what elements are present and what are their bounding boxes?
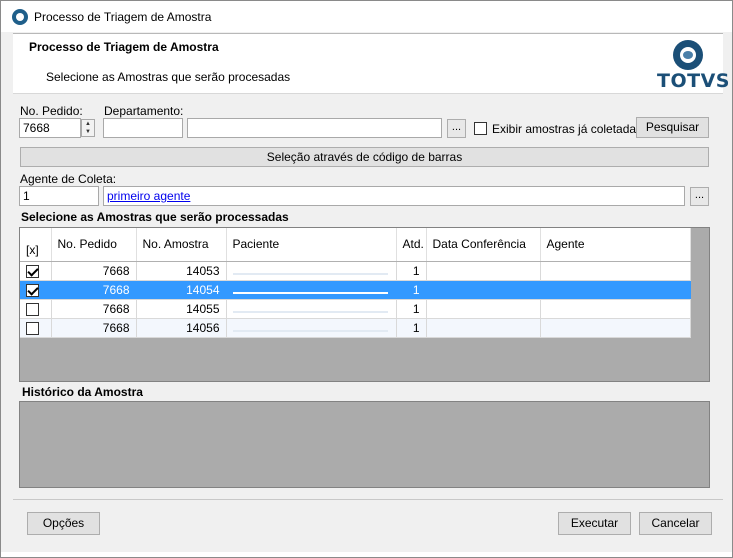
pedido-label: No. Pedido:: [20, 104, 83, 118]
cell-data-conferencia: [426, 318, 541, 338]
app-icon: [12, 8, 28, 25]
departamento-name-input[interactable]: [187, 118, 442, 138]
column-header-agente[interactable]: Agente: [540, 228, 691, 262]
cell-paciente: [226, 280, 397, 300]
cell-pedido: 7668: [51, 280, 137, 300]
cell-agente: [540, 299, 691, 319]
cell-pedido: 7668: [51, 318, 137, 338]
pesquisar-button[interactable]: Pesquisar: [636, 117, 709, 138]
cell-pedido: 7668: [51, 299, 137, 319]
cell-paciente: [226, 299, 397, 319]
table-row[interactable]: 7668 14055 1: [20, 299, 691, 319]
pedido-input[interactable]: 7668: [19, 118, 81, 138]
cell-agente: [540, 261, 691, 281]
column-header-select[interactable]: [x]: [20, 228, 52, 262]
header-subtitle: Selecione as Amostras que serão procesad…: [46, 70, 291, 84]
cell-data-conferencia: [426, 299, 541, 319]
grid-header-row: [x] No. Pedido No. Amostra Paciente Atd.…: [20, 228, 691, 262]
history-grid[interactable]: [19, 401, 710, 488]
departamento-browse-button[interactable]: ...: [447, 119, 466, 138]
row-select-cell[interactable]: [20, 280, 52, 300]
column-header-atd[interactable]: Atd.: [396, 228, 427, 262]
dialog-window: Processo de Triagem de Amostra Processo …: [0, 0, 733, 558]
row-select-cell[interactable]: [20, 299, 52, 319]
column-header-amostra[interactable]: No. Amostra: [136, 228, 227, 262]
cell-atd: 1: [396, 280, 427, 300]
cell-amostra: 14053: [136, 261, 227, 281]
cell-data-conferencia: [426, 261, 541, 281]
cell-atd: 1: [396, 299, 427, 319]
title-bar[interactable]: Processo de Triagem de Amostra: [1, 1, 732, 32]
cell-amostra: 14056: [136, 318, 227, 338]
agente-name-input[interactable]: primeiro agente: [103, 186, 685, 206]
column-header-paciente[interactable]: Paciente: [226, 228, 397, 262]
executar-button[interactable]: Executar: [558, 512, 631, 535]
cell-amostra: 14054: [136, 280, 227, 300]
samples-section-title: Selecione as Amostras que serão processa…: [21, 210, 289, 224]
row-select-cell[interactable]: [20, 261, 52, 281]
cell-atd: 1: [396, 318, 427, 338]
header-title: Processo de Triagem de Amostra: [29, 40, 219, 54]
cell-amostra: 14055: [136, 299, 227, 319]
cell-paciente: [226, 318, 397, 338]
totvs-logo: TOTVS: [657, 40, 730, 92]
totvs-logo-icon: [673, 40, 703, 70]
pedido-spinner[interactable]: ▲ ▼: [81, 119, 95, 137]
spin-down-icon[interactable]: ▼: [82, 128, 94, 136]
header-panel: Processo de Triagem de Amostra Selecione…: [13, 33, 730, 94]
opcoes-button[interactable]: Opções: [27, 512, 100, 535]
table-row-selected[interactable]: 7668 14054 1: [20, 280, 691, 300]
cell-paciente: [226, 261, 397, 281]
column-header-data-conferencia[interactable]: Data Conferência: [426, 228, 541, 262]
row-checkbox[interactable]: [26, 321, 39, 335]
departamento-label: Departamento:: [104, 104, 184, 118]
spin-up-icon[interactable]: ▲: [82, 120, 94, 128]
agente-coleta-label: Agente de Coleta:: [20, 172, 117, 186]
table-row[interactable]: 7668 14056 1: [20, 318, 691, 338]
row-checkbox[interactable]: [26, 302, 39, 316]
agente-browse-button[interactable]: ...: [690, 187, 709, 206]
window-bottom-edge: [1, 552, 732, 557]
cell-data-conferencia: [426, 280, 541, 300]
cancelar-button[interactable]: Cancelar: [639, 512, 712, 535]
column-header-pedido[interactable]: No. Pedido: [51, 228, 137, 262]
barcode-selection-button[interactable]: Seleção através de código de barras: [20, 147, 709, 167]
footer-divider: [13, 499, 723, 500]
table-row[interactable]: 7668 14053 1: [20, 261, 691, 281]
cell-atd: 1: [396, 261, 427, 281]
exibir-coletadas-checkbox[interactable]: [474, 122, 487, 135]
cell-agente: [540, 318, 691, 338]
row-checkbox[interactable]: [26, 264, 39, 278]
agente-name-link[interactable]: primeiro agente: [107, 189, 190, 203]
row-select-cell[interactable]: [20, 318, 52, 338]
row-checkbox[interactable]: [26, 283, 39, 297]
cell-agente: [540, 280, 691, 300]
exibir-coletadas-label: Exibir amostras já coletadas: [492, 122, 643, 136]
history-section-title: Histórico da Amostra: [22, 385, 143, 399]
agente-code-input[interactable]: 1: [19, 186, 99, 206]
departamento-code-input[interactable]: [103, 118, 183, 138]
totvs-logo-text: TOTVS: [657, 70, 730, 92]
cell-pedido: 7668: [51, 261, 137, 281]
samples-grid[interactable]: [x] No. Pedido No. Amostra Paciente Atd.…: [19, 227, 710, 382]
window-title: Processo de Triagem de Amostra: [34, 9, 212, 24]
